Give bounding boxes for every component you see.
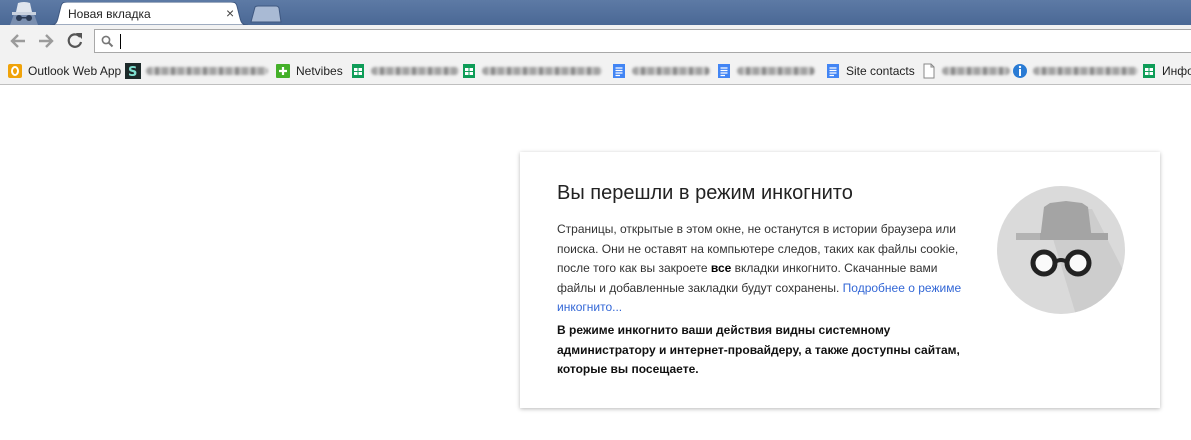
blurred-label [146,67,268,75]
tab-strip: Новая вкладка × [0,0,1191,25]
docs-icon [613,64,625,78]
magnifier-icon [101,35,114,48]
blurred-label [1033,67,1138,75]
address-input[interactable] [119,31,1179,51]
blurred-label [737,67,815,75]
forward-button[interactable] [36,31,56,51]
desc-bold-text: все [710,261,732,275]
sheets-icon [1143,64,1155,78]
incognito-spy-illustration [997,186,1125,314]
toolbar [0,25,1191,57]
sheets-icon [463,64,475,78]
arrow-left-icon [10,34,25,48]
tab-title: Новая вкладка [68,7,151,21]
s-app-icon: S [125,63,141,79]
docs-icon [827,64,839,78]
bookmark-netvibes[interactable]: Netvibes [275,62,343,80]
bookmark-info[interactable]: Инфор [1141,62,1191,80]
page-icon [923,63,935,79]
blurred-label [371,67,459,75]
arrow-right-icon [39,34,54,48]
bookmark-obscured[interactable] [350,62,459,80]
bookmark-outlook-web-app[interactable]: Outlook Web App [7,62,121,80]
sheets-icon [352,64,364,78]
page-title: Вы перешли в режим инкогнито [557,182,853,204]
bookmark-site-contacts[interactable]: Site contacts [825,62,915,80]
netvibes-plus-icon [276,64,290,78]
bookmark-obscured[interactable]: S [125,62,268,80]
back-button[interactable] [8,31,28,51]
incognito-card: Вы перешли в режим инкогнито Страницы, о… [520,152,1160,408]
blue-info-icon [1013,64,1027,78]
docs-icon [718,64,730,78]
svg-text:S: S [128,65,137,79]
blurred-label [942,67,1010,75]
blurred-label [482,67,602,75]
new-tab-button[interactable] [250,5,282,23]
blurred-label [632,67,710,75]
tab-new-tab[interactable]: Новая вкладка × [50,2,248,25]
bookmark-obscured[interactable] [716,62,815,80]
outlook-icon [8,64,22,78]
incognito-description: Страницы, открытые в этом окне, не остан… [557,220,967,318]
bookmark-obscured[interactable] [611,62,710,80]
incognito-icon [4,0,44,25]
reload-button[interactable] [65,31,85,51]
omnibox[interactable] [94,29,1191,53]
incognito-warning: В режиме инкогнито ваши действия видны с… [557,323,960,376]
bookmark-obscured[interactable] [921,62,1010,80]
bookmarks-bar: Outlook Web App S Netvibes Site contacts… [0,57,1191,85]
bookmark-label: Netvibes [296,64,343,78]
reload-icon [67,33,83,48]
close-icon[interactable]: × [226,6,234,20]
bookmark-obscured[interactable] [1012,62,1138,80]
bookmark-obscured[interactable] [461,62,602,80]
bookmark-label: Outlook Web App [28,64,122,78]
bookmark-label: Инфор [1162,64,1191,78]
bookmark-label: Site contacts [846,64,915,78]
